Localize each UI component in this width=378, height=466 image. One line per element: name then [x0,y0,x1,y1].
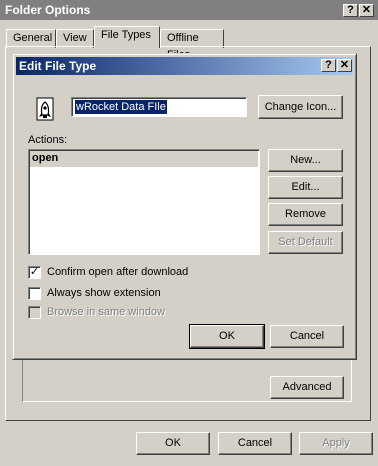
ok-button[interactable]: OK [136,432,210,455]
confirm-open-label: Confirm open after download [47,266,189,278]
set-default-label: Set Default [278,236,333,248]
ok-label: OK [165,437,181,449]
change-icon-button[interactable]: Change Icon... [258,95,343,119]
tab-general-label: General [13,32,53,44]
always-show-extension-label: Always show extension [47,287,161,299]
new-label: New... [290,154,321,166]
dialog-close-button[interactable]: ✕ [337,59,352,72]
advanced-button[interactable]: Advanced [270,376,344,399]
help-button[interactable]: ? [343,4,358,17]
always-show-extension-checkbox[interactable] [28,287,41,300]
dialog-title: Edit File Type [19,59,97,73]
actions-label: Actions: [28,134,68,146]
dialog-cancel-label: Cancel [289,330,325,342]
remove-label: Remove [285,208,326,220]
wrocket-file-icon [31,96,59,124]
edit-action-button[interactable]: Edit... [268,176,343,199]
cancel-button[interactable]: Cancel [218,432,292,455]
new-action-button[interactable]: New... [268,149,343,172]
apply-button[interactable]: Apply [299,432,373,455]
advanced-label: Advanced [282,381,332,393]
dialog-ok-button[interactable]: OK [189,324,265,349]
file-type-name-field[interactable]: wRocket Data FIle [71,97,247,117]
dialog-title-bar: Edit File Type ? ✕ [16,57,353,75]
cancel-label: Cancel [237,437,273,449]
tab-file-types-label: File Types [101,29,151,41]
dialog-cancel-button[interactable]: Cancel [270,325,344,348]
title-bar: Folder Options ? ✕ [0,0,378,20]
list-item[interactable]: open [30,151,258,167]
dialog-ok-label: OK [219,330,235,342]
confirm-open-checkbox[interactable]: ✓ [28,266,41,279]
close-button[interactable]: ✕ [359,4,374,17]
apply-label: Apply [322,437,350,449]
tab-view-label: View [63,32,87,44]
change-icon-label: Change Icon... [264,101,337,113]
file-type-name-value: wRocket Data FIle [75,100,167,114]
remove-action-button[interactable]: Remove [268,203,343,226]
tab-file-types[interactable]: File Types [94,26,160,48]
window-title: Folder Options [5,3,91,17]
dialog-help-button[interactable]: ? [321,59,336,72]
action-item-label: open [32,152,59,164]
actions-list[interactable]: open [28,149,260,255]
browse-same-window-label: Browse in same window [47,306,165,318]
browse-same-window-checkbox[interactable] [28,306,41,319]
edit-label: Edit... [291,181,320,193]
edit-file-type-dialog: Edit File Type ? ✕ wRocket Data FIle Cha… [12,53,357,360]
set-default-button[interactable]: Set Default [268,231,343,254]
